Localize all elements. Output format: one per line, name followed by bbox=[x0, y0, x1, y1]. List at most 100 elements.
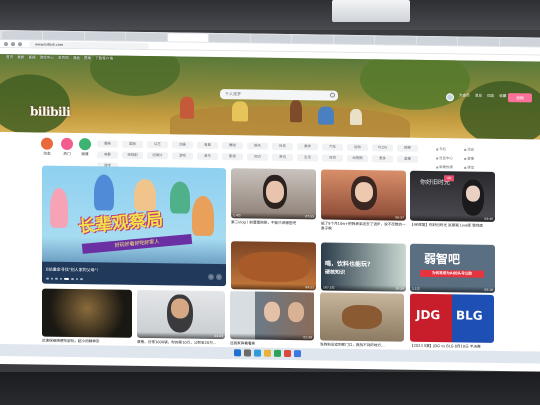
right-nav-item[interactable]: 大会员 bbox=[459, 93, 470, 101]
side-link[interactable]: 活动 bbox=[464, 146, 492, 152]
channel-chip[interactable]: 搞笑 bbox=[397, 144, 418, 152]
carousel-dot-active[interactable] bbox=[64, 277, 69, 280]
video-card[interactable]: 01:38 这我家真看看挨 bbox=[230, 291, 314, 351]
app-icon[interactable] bbox=[284, 349, 291, 358]
video-thumbnail[interactable]: 你好旧时光 4K 04:46 bbox=[410, 170, 495, 222]
video-thumbnail[interactable]: 04:21 bbox=[231, 241, 316, 291]
carousel-dot[interactable] bbox=[50, 277, 53, 280]
upload-button[interactable]: 投稿 bbox=[508, 93, 532, 103]
search-input[interactable]: 千人逐梦 bbox=[220, 89, 338, 101]
browser-tab[interactable] bbox=[416, 36, 458, 46]
video-thumbnail[interactable]: 弱智吧 为何将成为AI的头号公敌 1.1万 05:18 bbox=[410, 243, 495, 293]
video-card[interactable]: 1.4万 07:55 第二vlog丨前要是刚刚，不能只说哪些吧 bbox=[231, 168, 316, 230]
channel-chip[interactable]: 游戏 bbox=[172, 152, 193, 160]
forward-icon[interactable] bbox=[11, 41, 15, 46]
side-link[interactable]: 课堂 bbox=[464, 164, 492, 170]
channel-chip[interactable]: 运动 bbox=[347, 143, 368, 152]
video-thumbnail[interactable] bbox=[42, 288, 132, 338]
channel-chip[interactable]: 鬼畜 bbox=[197, 141, 218, 150]
video-card[interactable]: 04:23 骏熊，日常1000袋，你的家10万，公积金20万… bbox=[137, 289, 225, 350]
browser-tab[interactable] bbox=[375, 36, 416, 45]
carousel-dot[interactable] bbox=[80, 277, 83, 281]
wechat-icon[interactable] bbox=[274, 349, 281, 357]
browser-tab[interactable] bbox=[292, 35, 333, 44]
channel-chip[interactable]: 更多 bbox=[372, 155, 393, 163]
browser-tab[interactable] bbox=[499, 37, 540, 47]
channel-chip[interactable]: VLOG bbox=[372, 144, 393, 152]
carousel-dot[interactable] bbox=[55, 277, 58, 280]
nav-item[interactable]: 会员购 bbox=[58, 56, 69, 61]
channel-chip[interactable]: 直播 bbox=[397, 155, 418, 163]
channel-chip[interactable]: 电视剧 bbox=[122, 151, 143, 159]
channel-chip[interactable]: 舞蹈 bbox=[222, 142, 243, 150]
video-card[interactable]: 06:37 船了9个月10w+把我表弟送去了进步，说不尽数的一章子啊 bbox=[321, 169, 406, 231]
carousel-prev-icon[interactable]: ‹ bbox=[208, 273, 214, 280]
right-nav-item[interactable]: 消息 bbox=[475, 94, 482, 102]
back-icon[interactable] bbox=[4, 41, 8, 46]
channel-chip[interactable]: 综艺 bbox=[147, 141, 168, 149]
channel-chip[interactable]: 科技 bbox=[272, 142, 293, 151]
channel-chip[interactable]: 纪录片 bbox=[147, 152, 168, 160]
nav-item[interactable]: 首页 bbox=[6, 55, 13, 60]
video-card[interactable]: 当狗狗没追到家门口，我找不到的地方… bbox=[320, 292, 404, 352]
nav-item[interactable]: 下载客户端 bbox=[95, 56, 113, 61]
channel-chip[interactable]: 娱乐 bbox=[247, 142, 268, 150]
browser-tab-active[interactable] bbox=[167, 33, 209, 42]
search-taskbar-icon[interactable] bbox=[244, 349, 251, 357]
right-nav-item[interactable]: 动态 bbox=[487, 94, 494, 102]
channel-chip[interactable]: 国创 bbox=[122, 140, 143, 148]
carousel-dot[interactable] bbox=[46, 277, 49, 280]
video-title[interactable]: 船了9个月10w+把我表弟送去了进步，说不尽数的一章子啊 bbox=[321, 221, 406, 231]
video-thumbnail[interactable]: JDG BLG bbox=[410, 293, 494, 343]
side-link[interactable]: 直播 bbox=[464, 155, 492, 161]
video-card[interactable]: JDG BLG 【2023 S赛】JDG vs BLG 8月10日 半决赛 bbox=[410, 293, 494, 354]
bilibili-logo[interactable]: bilibili bbox=[30, 104, 70, 119]
url-field[interactable]: www.bilibili.com bbox=[29, 40, 149, 49]
quick-link-channel[interactable]: 频道 bbox=[76, 138, 94, 157]
carousel-dot[interactable] bbox=[71, 277, 74, 281]
channel-chip[interactable]: 动画 bbox=[172, 141, 193, 149]
channel-chip[interactable]: 资讯 bbox=[272, 153, 293, 162]
browser-tab[interactable] bbox=[126, 32, 167, 42]
channel-chip[interactable]: 时尚 bbox=[322, 154, 343, 162]
browser-tab[interactable] bbox=[250, 34, 292, 44]
hero-caption[interactable]: B站重金寻找"别人家的父母"! bbox=[46, 267, 98, 274]
quick-link-dynamic[interactable]: 动态 bbox=[38, 137, 56, 157]
nav-item[interactable]: 赛事 bbox=[84, 56, 91, 61]
carousel-dot[interactable] bbox=[59, 277, 62, 280]
refresh-icon[interactable] bbox=[18, 41, 22, 46]
channel-chip[interactable]: 知识 bbox=[247, 153, 268, 161]
browser-tab[interactable] bbox=[43, 31, 84, 41]
video-thumbnail[interactable]: 1.4万 07:55 bbox=[231, 168, 316, 220]
browser-tab[interactable] bbox=[84, 32, 126, 41]
channel-chip[interactable]: 番剧 bbox=[97, 140, 118, 148]
video-card[interactable]: 迟迷保组随便东部玩，超小的精神及 bbox=[42, 288, 132, 349]
video-thumbnail[interactable] bbox=[320, 292, 404, 342]
app-icon[interactable] bbox=[294, 350, 301, 358]
browser-tab[interactable] bbox=[209, 33, 250, 43]
search-icon[interactable] bbox=[330, 92, 335, 98]
channel-chip[interactable]: 电影 bbox=[97, 151, 118, 159]
side-link[interactable]: 专栏 bbox=[436, 146, 464, 151]
carousel-dot[interactable] bbox=[75, 277, 78, 281]
channel-chip[interactable]: 影视 bbox=[222, 153, 243, 161]
avatar[interactable] bbox=[446, 93, 454, 102]
video-thumbnail[interactable]: 04:23 bbox=[137, 289, 225, 340]
browser-tab[interactable] bbox=[458, 37, 499, 46]
nav-item[interactable]: 番剧 bbox=[17, 55, 24, 60]
folder-icon[interactable] bbox=[264, 349, 271, 357]
channel-chip[interactable]: 音乐 bbox=[197, 152, 218, 161]
channel-chip[interactable]: 美食 bbox=[297, 143, 318, 151]
browser-tab[interactable] bbox=[2, 31, 43, 40]
side-link[interactable]: 新歌热榜 bbox=[436, 164, 464, 169]
channel-chip[interactable]: 生活 bbox=[297, 154, 318, 162]
video-title[interactable]: 第二vlog丨前要是刚刚，不能只说哪些吧 bbox=[231, 220, 316, 230]
video-thumbnail[interactable]: 01:38 bbox=[230, 291, 314, 341]
hero-carousel[interactable]: 长辈观察局 好玩好看好吃好家人 B站重金寻找"别人家的父母"! ‹ › bbox=[42, 165, 226, 287]
video-thumbnail[interactable]: 06:37 bbox=[321, 169, 406, 221]
carousel-next-icon[interactable]: › bbox=[216, 274, 222, 281]
channel-chip[interactable]: 汽车 bbox=[322, 143, 343, 151]
start-icon[interactable] bbox=[234, 349, 241, 357]
nav-item[interactable]: 游戏中心 bbox=[40, 56, 54, 61]
right-nav-item[interactable]: 收藏 bbox=[499, 94, 506, 102]
